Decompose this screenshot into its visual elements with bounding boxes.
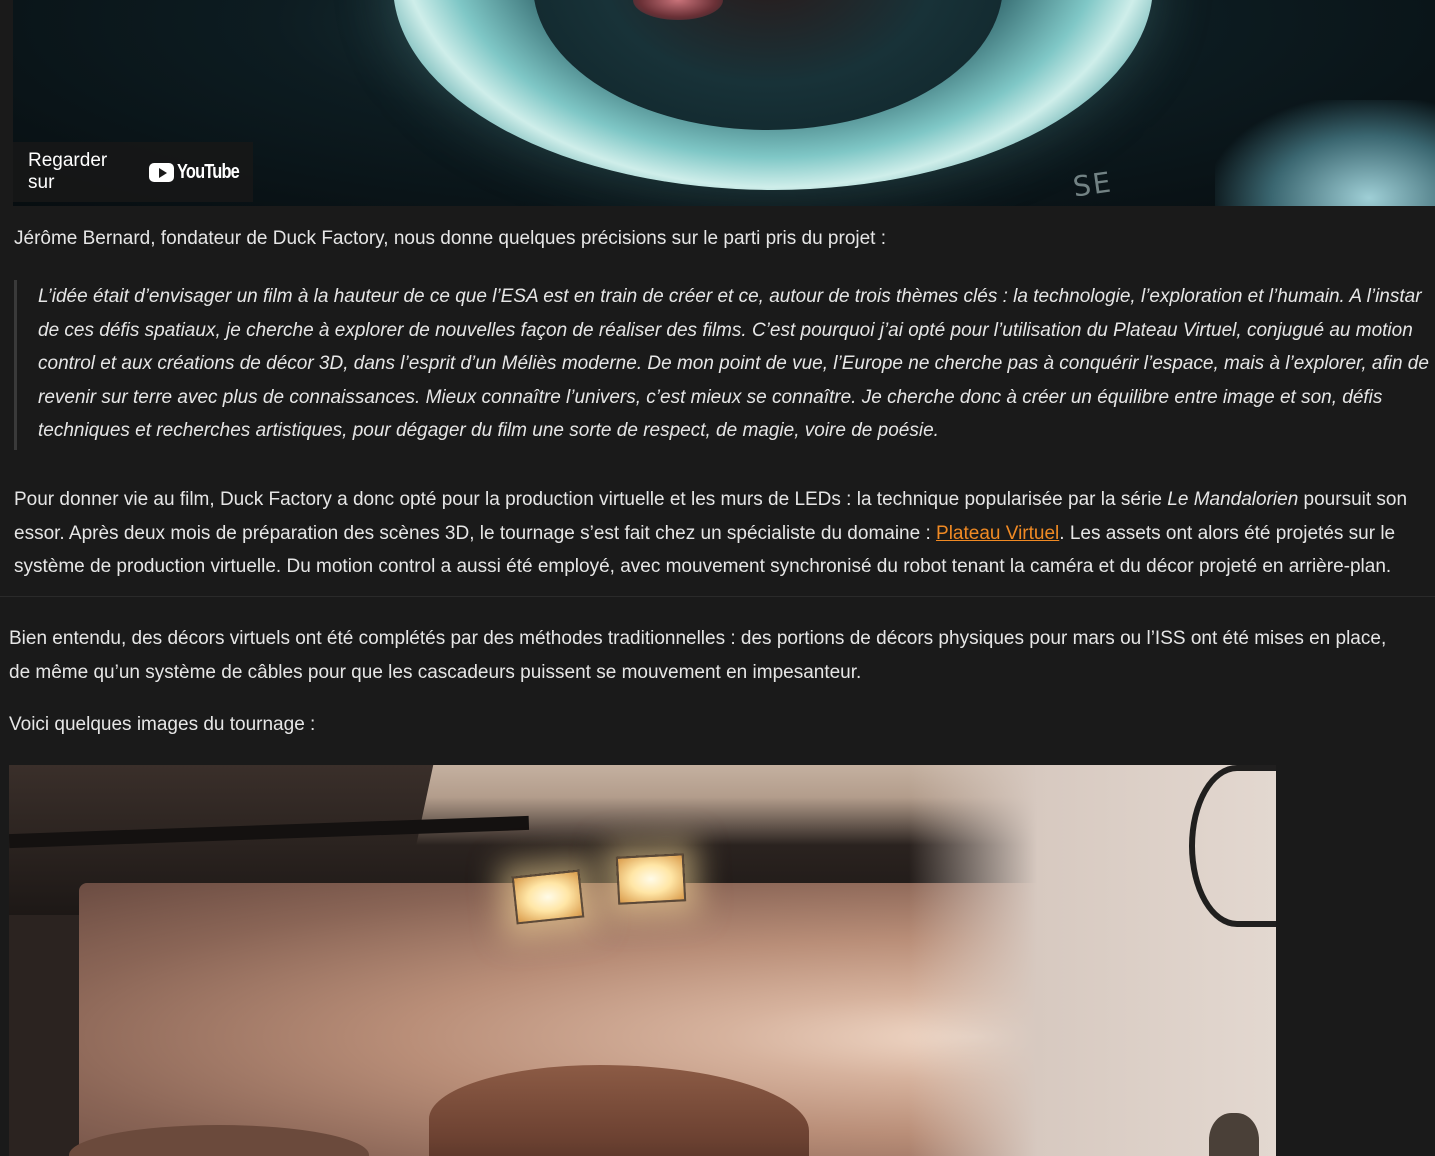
paragraph-line: Pour donner vie au film, Duck Factory a … xyxy=(14,483,1435,517)
paragraph-line: de même qu’un système de câbles pour que… xyxy=(9,661,862,683)
paragraph-line: essor. Après deux mois de préparation de… xyxy=(14,517,1435,551)
quote-line: de ces défis spatiaux, je cherche à expl… xyxy=(38,319,1413,341)
paragraph-line: Bien entendu, des décors virtuels ont ét… xyxy=(9,628,1387,649)
shooting-images-intro: Voici quelques images du tournage : xyxy=(9,714,316,735)
traditional-methods-paragraph: Bien entendu, des décors virtuels ont ét… xyxy=(9,622,1435,689)
text-span: poursuit son xyxy=(1298,489,1408,510)
quote-line: techniques et recherches artistiques, po… xyxy=(38,420,939,441)
intro-paragraph: Jérôme Bernard, fondateur de Duck Factor… xyxy=(14,228,887,249)
shooting-photo xyxy=(9,765,1276,1156)
founder-quote: L’idée était d’envisager un film à la ha… xyxy=(14,280,1435,450)
plateau-virtuel-link[interactable]: Plateau Virtuel xyxy=(936,523,1059,544)
youtube-logo-icon xyxy=(148,162,175,182)
studio-lamp xyxy=(511,869,585,925)
virtual-production-paragraph: Pour donner vie au film, Duck Factory a … xyxy=(14,483,1435,584)
watch-on-youtube-button[interactable]: Regarder sur YouTube xyxy=(13,142,253,202)
text-span: Pour donner vie au film, Duck Factory a … xyxy=(14,489,1168,510)
series-title: Le Mandalorien xyxy=(1167,489,1299,510)
suit-lettering: SE xyxy=(1070,165,1115,204)
hanging-cables xyxy=(1189,765,1276,927)
quote-line: L’idée était d’envisager un film à la ha… xyxy=(38,286,1422,307)
text-span: . Les assets ont alors été projetés sur … xyxy=(1059,522,1396,544)
video-embed[interactable]: SE Regarder sur YouTube xyxy=(13,0,1435,206)
suit-shoulder xyxy=(1215,100,1435,206)
section-divider xyxy=(0,596,1435,597)
youtube-wordmark: YouTube xyxy=(177,160,240,183)
paragraph-line: système de production virtuelle. Du moti… xyxy=(14,556,1392,577)
watch-on-label: Regarder sur xyxy=(28,150,108,193)
quote-line: control et aux créations de décor 3D, da… xyxy=(38,353,1429,374)
quote-line: revenir sur terre avec plus de connaissa… xyxy=(38,386,1383,408)
crew-member xyxy=(1209,1113,1259,1156)
text-span: essor. Après deux mois de préparation de… xyxy=(14,522,937,544)
studio-lamp xyxy=(615,853,687,905)
